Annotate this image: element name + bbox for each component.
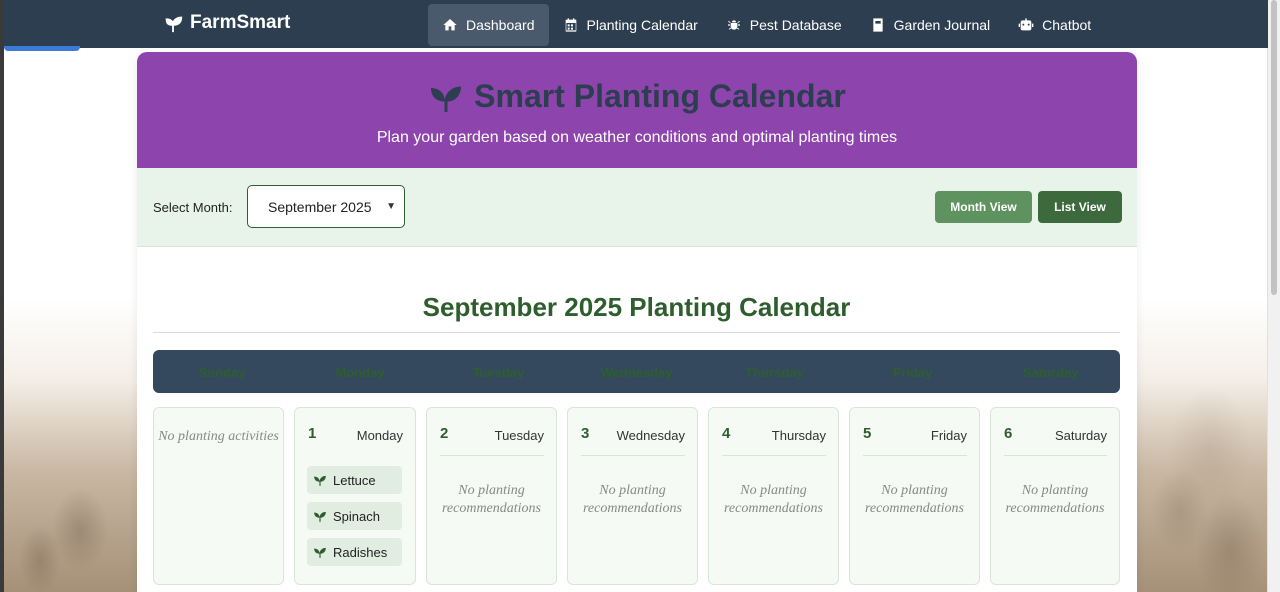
brand-link[interactable]: FarmSmart: [162, 12, 290, 34]
month-view-button[interactable]: Month View: [935, 191, 1032, 223]
brand-name: FarmSmart: [190, 12, 291, 33]
calendar-title: September 2025 Planting Calendar: [422, 292, 851, 322]
calendar-day-3[interactable]: 3 Wednesday No planting recommendations: [567, 407, 698, 585]
seedling-icon: [314, 475, 326, 486]
day-number: 1: [308, 425, 317, 442]
calendar-grid: No planting activities 1 Monday Lettuce …: [153, 407, 1120, 585]
no-recommendations-text: No planting recommendations: [1005, 483, 1105, 516]
weekday-tuesday: Tuesday: [472, 365, 525, 380]
page-subtitle: Plan your garden based on weather condit…: [376, 129, 898, 146]
crop-item-lettuce[interactable]: Lettuce: [307, 466, 402, 494]
day-name: Tuesday: [494, 428, 544, 443]
day-name: Thursday: [771, 428, 826, 443]
seedling-icon: [314, 547, 326, 558]
nav-dashboard-label: Dashboard: [466, 17, 535, 33]
crop-name: Spinach: [333, 508, 380, 524]
weekday-saturday: Saturday: [1023, 365, 1079, 380]
day-divider: [722, 455, 826, 456]
nav-chatbot[interactable]: Chatbot: [1004, 4, 1105, 46]
month-select-value: September 2025: [268, 198, 372, 215]
day-number: 3: [581, 425, 590, 442]
day-number: 5: [863, 425, 872, 442]
chevron-down-icon: ▼: [386, 201, 396, 212]
nav-links: Dashboard Planting Calendar Pest Databas…: [428, 4, 1105, 46]
weekday-monday: Monday: [335, 365, 385, 380]
day-number: 2: [440, 425, 449, 442]
nav-garden-journal-label: Garden Journal: [893, 17, 991, 33]
weekday-header: Sunday Monday Tuesday Wednesday Thursday…: [153, 350, 1120, 393]
day-name: Saturday: [1054, 428, 1107, 443]
no-recommendations-text: No planting recommendations: [582, 483, 683, 516]
crop-item-radishes[interactable]: Radishes: [307, 538, 402, 566]
calendar-container: Smart Planting Calendar Plan your garden…: [137, 52, 1137, 592]
calendar-day-1[interactable]: 1 Monday Lettuce Spinach Radishes: [294, 407, 416, 585]
navbar: FarmSmart Dashboard Planting Calendar Pe…: [4, 0, 1268, 48]
calendar-icon: [565, 18, 576, 32]
month-select[interactable]: September 2025 ▼: [247, 185, 405, 228]
calendar-day-4[interactable]: 4 Thursday No planting recommendations: [708, 407, 839, 585]
day-name: Monday: [356, 428, 403, 443]
crop-name: Lettuce: [333, 472, 376, 488]
bug-icon: [727, 20, 740, 30]
scrollbar-track[interactable]: [1267, 0, 1280, 592]
no-activities-text: No planting activities: [158, 429, 279, 444]
hero-title-row: Smart Planting Calendar: [137, 78, 1137, 115]
day-divider: [581, 455, 685, 456]
robot-icon: [1018, 18, 1034, 31]
sprout-icon: [165, 16, 183, 33]
list-view-button[interactable]: List View: [1038, 191, 1122, 223]
no-recommendations-text: No planting recommendations: [864, 483, 965, 516]
month-select-label: Select Month:: [153, 200, 233, 215]
nav-planting-calendar[interactable]: Planting Calendar: [549, 4, 712, 46]
hero-header: Smart Planting Calendar Plan your garden…: [137, 52, 1137, 168]
scrollbar-thumb[interactable]: [1271, 0, 1277, 295]
weekday-sunday: Sunday: [198, 365, 246, 380]
weekday-wednesday: Wednesday: [600, 365, 673, 380]
day-divider: [440, 455, 544, 456]
seedling-icon: [314, 511, 326, 522]
title-divider: [153, 332, 1120, 333]
window-frame-left: [0, 0, 4, 592]
seedling-icon: [431, 86, 462, 112]
crop-name: Radishes: [333, 544, 388, 560]
calendar-day-empty: No planting activities: [153, 407, 284, 585]
nav-chatbot-label: Chatbot: [1042, 17, 1092, 33]
day-number: 6: [1004, 425, 1013, 442]
weekday-thursday: Thursday: [745, 365, 804, 380]
calendar-controls: Select Month: September 2025 ▼ Month Vie…: [137, 168, 1137, 247]
day-divider: [1004, 455, 1107, 456]
crop-item-spinach[interactable]: Spinach: [307, 502, 402, 530]
calendar-day-2[interactable]: 2 Tuesday No planting recommendations: [426, 407, 557, 585]
home-icon: [443, 19, 457, 31]
no-recommendations-text: No planting recommendations: [723, 483, 824, 516]
day-number: 4: [722, 425, 731, 442]
nav-pest-database[interactable]: Pest Database: [712, 4, 856, 46]
nav-garden-journal[interactable]: Garden Journal: [856, 4, 1005, 46]
page-title: Smart Planting Calendar: [474, 78, 846, 114]
nav-dashboard[interactable]: Dashboard: [428, 4, 549, 46]
calendar-day-6[interactable]: 6 Saturday No planting recommendations: [990, 407, 1120, 585]
calendar-day-5[interactable]: 5 Friday No planting recommendations: [849, 407, 980, 585]
nav-pest-database-label: Pest Database: [749, 17, 842, 33]
weekday-friday: Friday: [893, 365, 933, 380]
nav-indicator: [4, 46, 80, 51]
day-name: Wednesday: [616, 428, 685, 443]
day-divider: [863, 455, 967, 456]
nav-planting-calendar-label: Planting Calendar: [586, 17, 698, 33]
journal-icon: [872, 18, 883, 32]
day-name: Friday: [930, 428, 967, 443]
no-recommendations-text: No planting recommendations: [441, 483, 542, 516]
